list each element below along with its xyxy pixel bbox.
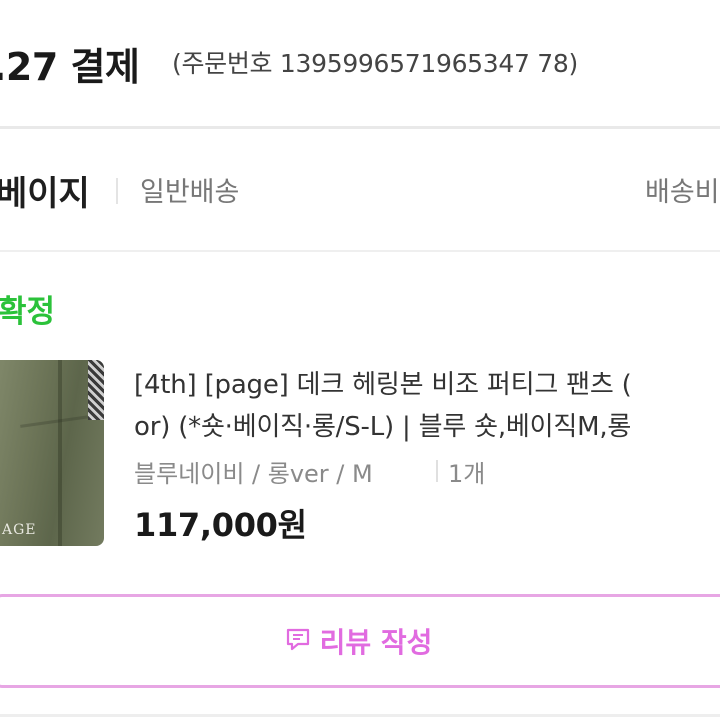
product-title-line2[interactable]: or) (*숏·베이직·롱/S-L) | 블루 숏,베이직M,롱 (134, 406, 631, 443)
separator (436, 460, 438, 482)
shipping-type: 일반배송 (140, 177, 240, 208)
separator (116, 178, 118, 204)
thumbnail-fold (58, 360, 62, 546)
thumbnail-brand-text: AGE (2, 522, 37, 538)
divider (0, 126, 720, 129)
product-thumbnail[interactable]: AGE (0, 360, 104, 546)
write-review-label: 리뷰 작성 (319, 626, 433, 659)
order-date: .27 결제 (0, 45, 140, 89)
product-option: 블루네이비 / 롱ver / M (134, 460, 373, 488)
write-review-button[interactable]: 리뷰 작성 (0, 594, 720, 688)
order-number: (주문번호 1395996571965347 78) (172, 49, 578, 78)
product-title-line1[interactable]: [4th] [page] 데크 헤링본 비조 퍼티그 팬츠 ( (134, 364, 632, 401)
shipping-fee-label: 배송비 (645, 177, 720, 208)
seller-name[interactable]: 베이지 (0, 166, 90, 215)
order-status: 확정 (0, 294, 56, 330)
thumbnail-fold (20, 415, 90, 428)
review-chat-icon (284, 625, 312, 657)
divider (0, 714, 720, 717)
divider (0, 250, 720, 252)
product-quantity: 1개 (448, 460, 486, 488)
thumbnail-check-pattern (88, 360, 104, 420)
product-price: 117,000원 (134, 506, 307, 544)
